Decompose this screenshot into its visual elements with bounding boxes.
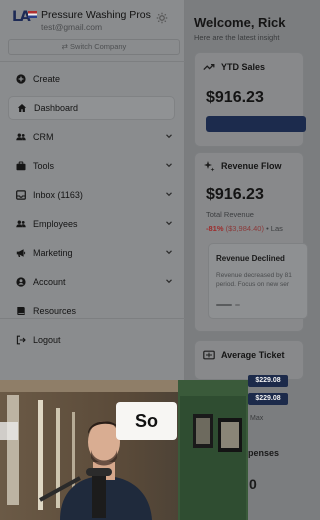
sidebar-item-account[interactable]: Account [0,270,185,294]
video-caption: So [116,402,177,440]
total-revenue-label: Total Revenue [206,210,254,219]
sidebar-item-label: Logout [33,335,61,345]
sidebar-item-label: Create [33,74,61,84]
average-ticket-title: Average Ticket [221,350,285,360]
megaphone-icon [16,248,26,258]
gear-icon[interactable] [155,12,169,26]
ytd-sales-value: $916.23 [206,89,264,106]
sidebar-item-label: Inbox (1163) [33,190,83,200]
revenue-alert: Revenue Declined Revenue decreased by 81… [208,243,308,319]
revenue-flow-value: $916.23 [206,186,264,203]
sidebar-item-label: Marketing [33,248,73,258]
chevron-down-icon [166,221,172,226]
switch-company-button[interactable]: ⇄ Switch Company [8,39,180,55]
users-icon [16,219,26,229]
expenses-title: penses [248,448,280,458]
ytd-sales-bar [206,116,306,132]
sidebar-item-label: Dashboard [34,103,79,113]
chevron-down-icon [166,163,172,168]
chevron-down-icon [166,192,172,197]
company-email: test@gmail.com [41,22,103,32]
company-logo: LA [12,9,38,33]
briefcase-icon [16,161,26,171]
ticket-icon [203,349,215,361]
webcam-overlay [0,380,248,520]
sidebar-item-label: CRM [33,132,54,142]
divider [0,318,185,319]
page-subtitle: Here are the latest insight [194,33,280,42]
sparkle-icon [203,160,215,172]
sidebar-item-tools[interactable]: Tools [0,154,185,178]
sidebar-item-label: Tools [33,161,55,171]
account-icon [16,277,26,287]
sidebar-item-crm[interactable]: CRM [0,125,185,149]
sidebar-item-inbox[interactable]: Inbox (1163) [0,183,185,207]
sidebar-item-label: Account [33,277,66,287]
ticket-value-badge: $229.08 [248,375,288,387]
max-label: Max [250,415,264,422]
ytd-sales-title: YTD Sales [221,62,266,72]
revenue-flow-title: Revenue Flow [221,161,282,171]
inbox-icon [16,190,26,200]
ticket-value-badge: $229.08 [248,393,288,405]
average-ticket-card[interactable]: Average Ticket [194,340,304,380]
sidebar-item-label: Employees [33,219,78,229]
trend-up-icon [203,61,215,73]
sidebar-item-create[interactable]: Create [0,67,185,91]
revenue-change-pct: -81% [206,224,224,233]
carousel-dots[interactable] [216,304,240,306]
page-title: Welcome, Rick [194,15,286,30]
users-icon [16,132,26,142]
plus-circle-icon [16,74,26,84]
home-icon [17,103,27,113]
expenses-value: 0 [249,476,257,492]
logout-icon [16,335,26,345]
revenue-change-amount: ($3,984.40) [225,224,264,233]
sidebar-nav: Create Dashboard CRM Tools Inbox (1163) … [0,67,185,357]
sidebar-item-employees[interactable]: Employees [0,212,185,236]
sidebar-item-label: Resources [33,306,77,316]
sidebar-item-resources[interactable]: Resources [0,299,185,323]
revenue-alert-text: Revenue decreased by 81 period. Focus on… [216,272,292,288]
revenue-alert-title: Revenue Declined [216,254,285,263]
company-header[interactable]: LA Pressure Washing Pros test@gmail.com [8,6,178,36]
chevron-down-icon [166,250,172,255]
sidebar-item-dashboard[interactable]: Dashboard [8,96,175,120]
revenue-change: -81% ($3,984.40) • Las [206,224,283,233]
revenue-change-suffix: • Las [266,224,283,233]
chevron-down-icon [166,134,172,139]
divider [0,61,185,62]
company-name: Pressure Washing Pros [41,9,151,21]
sidebar-item-logout[interactable]: Logout [0,328,185,352]
book-icon [16,306,26,316]
sidebar-item-marketing[interactable]: Marketing [0,241,185,265]
chevron-down-icon [166,279,172,284]
webcam-video-frame [0,380,248,520]
